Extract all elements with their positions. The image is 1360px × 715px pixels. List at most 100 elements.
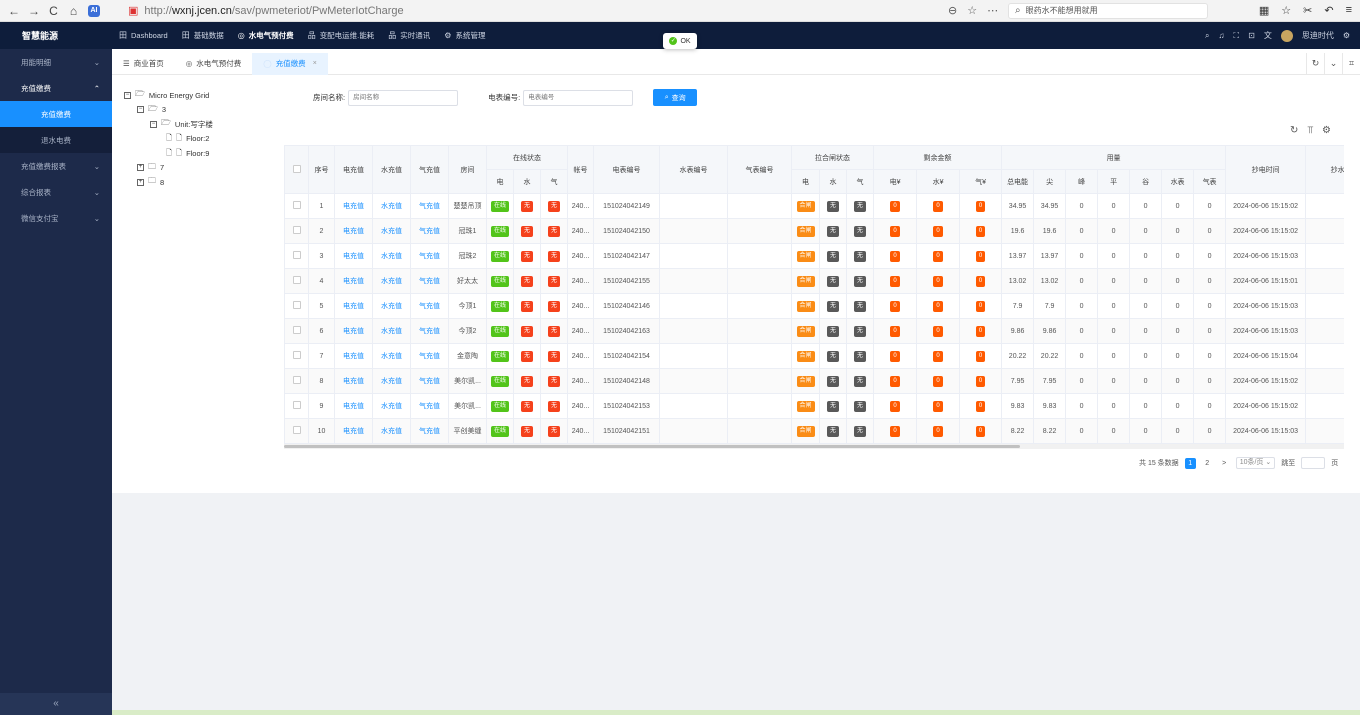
tab-home[interactable]: ☰ 商业首页 bbox=[112, 53, 175, 75]
row-checkbox[interactable] bbox=[284, 293, 309, 319]
gc-link[interactable]: 气充值 bbox=[410, 268, 449, 294]
gc-link[interactable]: 气充值 bbox=[410, 368, 449, 394]
sidebar-sub-recharge[interactable]: 充值缴费 bbox=[0, 101, 112, 127]
row-checkbox[interactable] bbox=[284, 193, 309, 219]
room-name-input[interactable] bbox=[348, 89, 459, 106]
top-menu-basic-data[interactable]: 田基础数据 bbox=[175, 22, 231, 49]
gc-link[interactable]: 气充值 bbox=[410, 218, 449, 244]
translate-icon[interactable]: 文 bbox=[1264, 30, 1272, 41]
chevron-down-icon[interactable]: ⌄ bbox=[1324, 53, 1342, 74]
search-icon[interactable]: ⌕ bbox=[1205, 31, 1209, 41]
table-row[interactable]: 8 电充值 水充值 气充值 美尔凯... 在线无无 240... 151024042148 合闸… bbox=[284, 368, 1344, 394]
lock-icon[interactable]: ⊡ bbox=[1248, 31, 1255, 40]
top-menu-dashboard[interactable]: 田 Dashboard bbox=[112, 22, 175, 49]
row-checkbox[interactable] bbox=[284, 243, 309, 269]
zoom-icon[interactable]: ⊖ bbox=[948, 4, 957, 17]
scrollbar-thumb[interactable] bbox=[284, 445, 1020, 448]
ec-link[interactable]: 电充值 bbox=[334, 268, 373, 294]
star-icon[interactable]: ☆ bbox=[967, 4, 977, 17]
more-icon[interactable]: ⋯ bbox=[987, 4, 998, 17]
row-checkbox[interactable] bbox=[284, 268, 309, 294]
wc-link[interactable]: 水充值 bbox=[372, 318, 411, 344]
undo-icon[interactable]: ↶ bbox=[1324, 4, 1333, 17]
next-page-button[interactable]: > bbox=[1219, 458, 1230, 469]
ec-link[interactable]: 电充值 bbox=[334, 243, 373, 269]
table-row[interactable]: 1 电充值 水充值 气充值 楚楚吊顶 在线无无 240... 151024042149 合闸无无… bbox=[284, 193, 1344, 219]
table-row[interactable]: 7 电充值 水充值 气充值 金意陶 在线无无 240... 151024042154 合闸无无 0… bbox=[284, 343, 1344, 369]
collapse-sidebar-button[interactable]: « bbox=[0, 693, 112, 715]
meter-number-input[interactable] bbox=[523, 89, 634, 106]
gc-link[interactable]: 气充值 bbox=[410, 343, 449, 369]
ec-link[interactable]: 电充值 bbox=[334, 368, 373, 394]
expand-icon[interactable]: ⌗ bbox=[1342, 53, 1360, 74]
gc-link[interactable]: 气充值 bbox=[410, 293, 449, 319]
tree-node-8[interactable]: + 🗀 8 bbox=[124, 175, 274, 190]
wc-link[interactable]: 水充值 bbox=[372, 193, 411, 219]
refresh-icon[interactable]: ↻ bbox=[1290, 125, 1298, 136]
refresh-icon[interactable]: ↻ bbox=[1306, 53, 1324, 74]
close-icon[interactable]: × bbox=[313, 60, 317, 67]
collapse-icon[interactable]: − bbox=[124, 91, 131, 99]
tab-recharge[interactable]: ◯ 充值缴费 × bbox=[252, 52, 328, 75]
ec-link[interactable]: 电充值 bbox=[334, 293, 373, 319]
wc-link[interactable]: 水充值 bbox=[372, 343, 411, 369]
table-row[interactable]: 4 电充值 水充值 气充值 好太太 在线无无 240... 151024042155 合闸无无 0… bbox=[284, 268, 1344, 294]
avatar[interactable] bbox=[1280, 29, 1293, 42]
ec-link[interactable]: 电充值 bbox=[334, 218, 373, 244]
gc-link[interactable]: 气充值 bbox=[410, 393, 449, 419]
sidebar-item-recharge[interactable]: 充值缴费 ⌃ bbox=[0, 75, 112, 101]
ec-link[interactable]: 电充值 bbox=[334, 318, 373, 344]
jump-input[interactable] bbox=[1301, 457, 1326, 469]
tree-node-7[interactable]: + 🗀 7 bbox=[124, 161, 274, 176]
row-checkbox[interactable] bbox=[284, 318, 309, 344]
sidebar-item-usage[interactable]: 用能明细 ⌄ bbox=[0, 49, 112, 75]
back-icon[interactable]: ← bbox=[8, 4, 20, 18]
top-menu-realtime[interactable]: 品实时通讯 bbox=[381, 22, 437, 49]
grid-icon[interactable]: ▦ bbox=[1259, 4, 1269, 17]
wc-link[interactable]: 水充值 bbox=[372, 393, 411, 419]
ec-link[interactable]: 电充值 bbox=[334, 418, 373, 444]
fullscreen-icon[interactable]: ⛶ bbox=[1234, 31, 1240, 41]
wc-link[interactable]: 水充值 bbox=[372, 243, 411, 269]
wc-link[interactable]: 水充值 bbox=[372, 268, 411, 294]
user-name[interactable]: 思迪时代 bbox=[1302, 30, 1334, 41]
home-icon[interactable]: ⌂ bbox=[68, 4, 79, 18]
settings-icon[interactable]: ⚙ bbox=[1322, 125, 1331, 136]
cut-icon[interactable]: ✂ bbox=[1303, 4, 1312, 17]
search-button[interactable]: ⌕ 查询 bbox=[653, 89, 698, 106]
collapse-icon[interactable]: − bbox=[150, 120, 157, 128]
page-2[interactable]: 2 bbox=[1202, 458, 1213, 469]
wc-link[interactable]: 水充值 bbox=[372, 418, 411, 444]
tree-node-3[interactable]: − 🗁 3 bbox=[124, 103, 274, 118]
row-checkbox[interactable] bbox=[284, 393, 309, 419]
gc-link[interactable]: 气充值 bbox=[410, 418, 449, 444]
collapse-icon[interactable]: − bbox=[137, 106, 144, 114]
ec-link[interactable]: 电充值 bbox=[334, 343, 373, 369]
wc-link[interactable]: 水充值 bbox=[372, 218, 411, 244]
top-menu-system[interactable]: ⚙ 系统管理 bbox=[437, 22, 492, 49]
wc-link[interactable]: 水充值 bbox=[372, 293, 411, 319]
column-height-icon[interactable]: ⫪ bbox=[1307, 125, 1313, 136]
top-menu-prepaid[interactable]: ◎ 水电气预付费 bbox=[231, 22, 301, 49]
tree-node-unit[interactable]: − 🗁 Unit:写字楼 bbox=[124, 117, 274, 132]
extension-icon[interactable]: AI bbox=[88, 4, 100, 17]
select-all-checkbox[interactable] bbox=[284, 145, 309, 194]
settings-icon[interactable]: ⚙ bbox=[1343, 31, 1350, 40]
favorites-icon[interactable]: ☆ bbox=[1281, 4, 1291, 17]
table-row[interactable]: 9 电充值 水充值 气充值 美尔凯... 在线无无 240... 151024042153 合闸… bbox=[284, 393, 1344, 419]
browser-search[interactable]: ⌕ 眼药水不能想用就用 bbox=[1008, 2, 1208, 19]
bell-icon[interactable]: ♫ bbox=[1219, 31, 1225, 40]
row-checkbox[interactable] bbox=[284, 218, 309, 244]
row-checkbox[interactable] bbox=[284, 368, 309, 394]
expand-icon[interactable]: + bbox=[137, 178, 144, 186]
tab-prepaid[interactable]: ◎ 水电气预付费 bbox=[175, 53, 253, 75]
gc-link[interactable]: 气充值 bbox=[410, 318, 449, 344]
menu-icon[interactable]: ≡ bbox=[1346, 4, 1352, 17]
address-bar[interactable]: ▣ http://wxnj.jcen.cn/sav/pwmeteriot/PwM… bbox=[128, 2, 948, 20]
gc-link[interactable]: 气充值 bbox=[410, 243, 449, 269]
table-row[interactable]: 3 电充值 水充值 气充值 冠珠2 在线无无 240... 151024042147 合闸无无 0… bbox=[284, 243, 1344, 269]
sidebar-item-recharge-report[interactable]: 充值缴费报表 ⌄ bbox=[0, 153, 112, 179]
tree-node-root[interactable]: − 🗁 Micro Energy Grid bbox=[124, 88, 274, 103]
table-row[interactable]: 2 电充值 水充值 气充值 冠珠1 在线无无 240... 151024042150 合闸无无 0… bbox=[284, 218, 1344, 244]
table-row[interactable]: 5 电充值 水充值 气充值 今顶1 在线无无 240... 151024042146 合闸无无 0… bbox=[284, 293, 1344, 319]
